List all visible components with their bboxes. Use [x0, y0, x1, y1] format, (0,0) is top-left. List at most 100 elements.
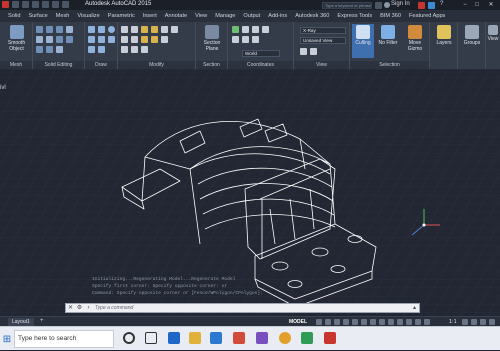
clean-screen-icon[interactable] — [480, 319, 486, 325]
union-icon[interactable] — [36, 26, 43, 33]
sign-in-link[interactable]: Sign In — [391, 1, 410, 7]
view-extra-button[interactable]: View — [486, 25, 500, 42]
tab-autodesk-360[interactable]: Autodesk 360 — [291, 11, 333, 22]
modify-panel-caption[interactable]: Modify — [118, 61, 195, 69]
tab-visualize[interactable]: Visualize — [73, 11, 103, 22]
explode-icon[interactable] — [141, 46, 148, 53]
tab-annotate[interactable]: Annotate — [161, 11, 191, 22]
layers-button[interactable]: Layers — [432, 25, 456, 46]
save-icon[interactable] — [32, 1, 39, 8]
windows-start-icon[interactable]: ⊞ — [0, 327, 14, 351]
tab-express-tools[interactable]: Express Tools — [333, 11, 376, 22]
erase-icon[interactable] — [131, 46, 138, 53]
mesh-panel-caption[interactable]: Mesh — [0, 61, 32, 69]
tab-manage[interactable]: Manage — [211, 11, 239, 22]
exchange-icon[interactable] — [418, 2, 425, 9]
draw-panel-caption[interactable]: Draw — [85, 61, 117, 69]
line-icon[interactable] — [88, 26, 95, 33]
trim-icon[interactable] — [121, 46, 128, 53]
viewport-icon[interactable] — [300, 48, 307, 55]
tab-output[interactable]: Output — [239, 11, 264, 22]
imprint-icon[interactable] — [46, 46, 53, 53]
scale-icon[interactable] — [121, 36, 128, 43]
chrome-icon[interactable] — [279, 332, 291, 344]
culling-button[interactable]: Culling — [352, 24, 374, 58]
new-icon[interactable] — [12, 1, 19, 8]
separate-icon[interactable] — [66, 36, 73, 43]
3d-align-icon[interactable] — [141, 36, 148, 43]
close-command-line-icon[interactable]: ✕ — [66, 304, 75, 312]
tab-add-ins[interactable]: Add-ins — [264, 11, 291, 22]
add-layout-icon[interactable]: + — [40, 318, 44, 324]
cortana-icon[interactable] — [123, 332, 135, 344]
ucs-z-icon[interactable] — [262, 26, 269, 33]
ucs-world-dropdown[interactable]: World — [242, 50, 280, 57]
3d-osnap-icon[interactable] — [397, 319, 403, 325]
saved-view-dropdown[interactable]: Unsaved View — [300, 37, 346, 44]
extrude-faces-icon[interactable] — [66, 26, 73, 33]
tab-surface[interactable]: Surface — [24, 11, 51, 22]
app2-icon[interactable] — [301, 332, 313, 344]
annotation-visibility-icon[interactable] — [415, 319, 421, 325]
binoculars-icon[interactable] — [375, 2, 382, 9]
named-views-icon[interactable] — [310, 48, 317, 55]
isolate-objects-icon[interactable] — [471, 319, 477, 325]
intersect-icon[interactable] — [56, 26, 63, 33]
arc-icon[interactable] — [88, 36, 95, 43]
smooth-object-button[interactable]: Smooth Object — [2, 25, 31, 52]
slice-icon[interactable] — [36, 36, 43, 43]
viewport-label[interactable]: ivl — [0, 85, 6, 91]
copy-icon[interactable] — [161, 26, 168, 33]
view-panel-caption[interactable]: View — [294, 61, 349, 69]
tab-solid[interactable]: Solid — [4, 11, 24, 22]
model-space-toggle[interactable]: MODEL — [289, 318, 307, 326]
tab-mesh[interactable]: Mesh — [52, 11, 74, 22]
dynamic-ucs-icon[interactable] — [406, 319, 412, 325]
selection-panel-caption[interactable]: Selection — [350, 61, 429, 69]
selection-cycling-icon[interactable] — [388, 319, 394, 325]
spline-icon[interactable] — [98, 46, 105, 53]
array-icon[interactable] — [161, 36, 168, 43]
file-explorer-icon[interactable] — [189, 332, 201, 344]
mirror-icon[interactable] — [171, 26, 178, 33]
rotate-icon[interactable] — [131, 26, 138, 33]
workspace-switch-icon[interactable] — [462, 319, 468, 325]
polar-toggle-icon[interactable] — [343, 319, 349, 325]
lineweight-toggle-icon[interactable] — [370, 319, 376, 325]
transparency-toggle-icon[interactable] — [379, 319, 385, 325]
edge-icon[interactable] — [168, 332, 180, 344]
ucs-3point-icon[interactable] — [252, 36, 259, 43]
layout-tab[interactable]: Layout1 — [8, 318, 34, 326]
customize-status-icon[interactable] — [489, 319, 495, 325]
groups-button[interactable]: Groups — [460, 25, 484, 46]
thicken-icon[interactable] — [46, 36, 53, 43]
rectangle-icon[interactable] — [98, 36, 105, 43]
undo-icon[interactable] — [42, 1, 49, 8]
polyline-icon[interactable] — [98, 26, 105, 33]
search-input[interactable]: Type a keyword or phrase — [322, 2, 372, 9]
ucs-icon[interactable] — [232, 26, 239, 33]
annotation-scale-icon[interactable] — [424, 319, 430, 325]
ucs-view-icon[interactable] — [242, 36, 249, 43]
3d-rotate-icon[interactable] — [151, 26, 158, 33]
open-icon[interactable] — [22, 1, 29, 8]
interfere-icon[interactable] — [56, 36, 63, 43]
osnap-toggle-icon[interactable] — [352, 319, 358, 325]
task-view-icon[interactable] — [145, 332, 157, 344]
section-panel-caption[interactable]: Section — [196, 61, 227, 69]
ucs-y-icon[interactable] — [252, 26, 259, 33]
minimize-button[interactable]: − — [460, 1, 470, 9]
command-expand-icon[interactable]: ▴ — [410, 304, 419, 312]
annotation-scale-value[interactable]: 1:1 — [449, 318, 457, 326]
shell-icon[interactable] — [36, 46, 43, 53]
workspace-dropdown-icon[interactable] — [62, 1, 69, 8]
otrack-toggle-icon[interactable] — [361, 319, 367, 325]
visual-style-dropdown[interactable]: X-Ray — [300, 27, 346, 34]
solid-editing-panel-caption[interactable]: Solid Editing — [33, 61, 84, 69]
ucs-origin-icon[interactable] — [232, 36, 239, 43]
tab-insert[interactable]: Insert — [139, 11, 161, 22]
move-icon[interactable] — [121, 26, 128, 33]
subtract-icon[interactable] — [46, 26, 53, 33]
fillet-edge-icon[interactable] — [56, 46, 63, 53]
app-menu-icon[interactable] — [2, 1, 9, 8]
